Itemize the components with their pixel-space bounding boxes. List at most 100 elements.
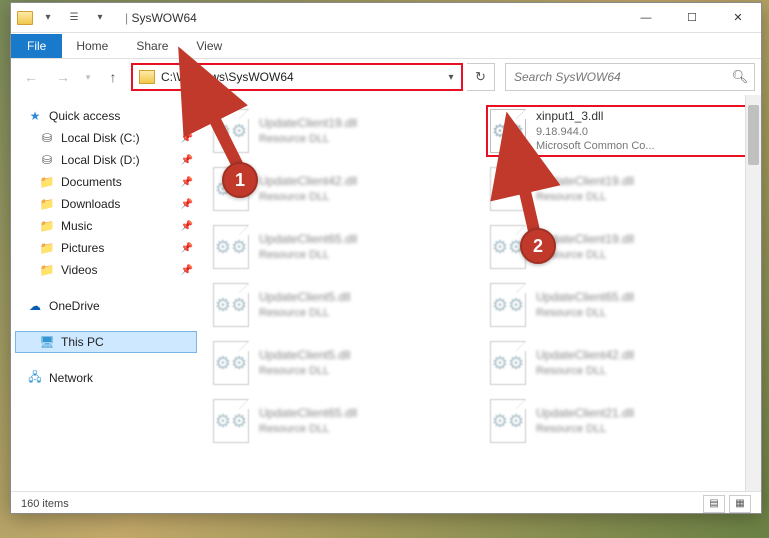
ribbon-tabs: File Home Share View bbox=[11, 33, 761, 59]
tab-view[interactable]: View bbox=[182, 34, 236, 58]
sidebar-item-label: Videos bbox=[61, 263, 97, 277]
minimize-button[interactable]: — bbox=[623, 3, 669, 33]
address-text[interactable]: C:\Windows\SysWOW64 bbox=[161, 70, 441, 84]
gears-icon: ⚙⚙ bbox=[215, 237, 247, 258]
cloud-icon: ☁ bbox=[27, 298, 43, 314]
callout-2: 2 bbox=[520, 228, 556, 264]
file-item[interactable]: ⚙⚙UpdateClient65.dllResource DLL bbox=[209, 395, 476, 447]
onedrive-label: OneDrive bbox=[49, 299, 100, 313]
sidebar-item[interactable]: 📁Documents📌 bbox=[15, 171, 197, 193]
pin-icon: 📌 bbox=[181, 133, 193, 144]
dll-file-icon: ⚙⚙ bbox=[490, 283, 526, 327]
sidebar-item[interactable]: 📁Downloads📌 bbox=[15, 193, 197, 215]
dll-file-icon: ⚙⚙ bbox=[490, 167, 526, 211]
file-type: Resource DLL bbox=[259, 190, 357, 204]
file-item[interactable]: ⚙⚙UpdateClient65.dllResource DLL bbox=[486, 279, 753, 331]
file-version: 9.18.944.0 bbox=[536, 125, 655, 139]
dll-file-icon: ⚙⚙ bbox=[213, 399, 249, 443]
qat-properties-icon[interactable]: ☰ bbox=[63, 7, 85, 29]
disk-icon: ⛁ bbox=[39, 130, 55, 146]
gears-icon: ⚙⚙ bbox=[215, 121, 247, 142]
recent-dropdown[interactable]: ▾ bbox=[81, 63, 95, 91]
scrollbar[interactable] bbox=[745, 95, 761, 491]
item-count: 160 items bbox=[21, 498, 69, 510]
file-item[interactable]: ⚙⚙UpdateClient5.dllResource DLL bbox=[209, 337, 476, 389]
sidebar-quick-access[interactable]: ★ Quick access bbox=[15, 105, 197, 127]
back-button[interactable]: ← bbox=[17, 63, 45, 91]
maximize-button[interactable]: ☐ bbox=[669, 3, 715, 33]
sidebar-item[interactable]: 📁 Videos 📌 bbox=[15, 259, 197, 281]
tab-file[interactable]: File bbox=[11, 34, 62, 58]
gears-icon: ⚙⚙ bbox=[215, 353, 247, 374]
file-type: Resource DLL bbox=[536, 306, 634, 320]
tab-home[interactable]: Home bbox=[62, 34, 122, 58]
statusbar: 160 items ▤ ▦ bbox=[11, 491, 761, 515]
file-name: UpdateClient42.dll bbox=[536, 348, 634, 364]
file-item[interactable]: ⚙⚙UpdateClient21.dllResource DLL bbox=[486, 395, 753, 447]
file-item[interactable]: ⚙⚙ UpdateClient19.dllResource DLL bbox=[486, 163, 753, 215]
tab-share[interactable]: Share bbox=[122, 34, 182, 58]
folder-icon: 📁 bbox=[39, 240, 55, 256]
pin-icon: 📌 bbox=[181, 243, 193, 254]
network-label: Network bbox=[49, 371, 93, 385]
file-item-highlighted[interactable]: ⚙⚙xinput1_3.dll9.18.944.0Microsoft Commo… bbox=[486, 105, 753, 157]
sidebar-item-label: Local Disk (C:) bbox=[61, 131, 140, 145]
dll-file-icon: ⚙⚙ bbox=[213, 225, 249, 269]
gears-icon: ⚙⚙ bbox=[492, 411, 524, 432]
forward-button[interactable]: → bbox=[49, 63, 77, 91]
sidebar-onedrive[interactable]: ☁ OneDrive bbox=[15, 295, 197, 317]
app-folder-icon bbox=[17, 11, 33, 25]
search-icon[interactable]: 🔍︎ bbox=[726, 69, 754, 85]
folder-icon: 📁 bbox=[39, 218, 55, 234]
sidebar-item[interactable]: 📁 Music 📌 bbox=[15, 215, 197, 237]
scrollbar-thumb[interactable] bbox=[748, 105, 759, 165]
search-box[interactable]: 🔍︎ bbox=[505, 63, 755, 91]
file-item[interactable]: ⚙⚙UpdateClient65.dllResource DLL bbox=[209, 221, 476, 273]
dll-file-icon: ⚙⚙ bbox=[213, 283, 249, 327]
file-item[interactable]: ⚙⚙UpdateClient19.dllResource DLL bbox=[209, 105, 476, 157]
pin-icon: 📌 bbox=[181, 221, 193, 232]
view-details-button[interactable]: ▤ bbox=[703, 495, 725, 513]
file-item[interactable]: ⚙⚙UpdateClient5.dllResource DLL bbox=[209, 279, 476, 331]
file-list-pane: ⚙⚙UpdateClient19.dllResource DLL⚙⚙xinput… bbox=[201, 95, 761, 491]
network-icon: 🖧 bbox=[27, 370, 43, 386]
file-name: UpdateClient19.dll bbox=[259, 116, 357, 132]
sidebar-item-label: Pictures bbox=[61, 241, 104, 255]
gears-icon: ⚙⚙ bbox=[492, 353, 524, 374]
search-input[interactable] bbox=[506, 70, 726, 84]
file-name: UpdateClient21.dll bbox=[536, 406, 634, 422]
refresh-button[interactable]: ↻ bbox=[467, 63, 495, 91]
gears-icon: ⚙⚙ bbox=[492, 295, 524, 316]
sidebar-this-pc[interactable]: 🖥 This PC bbox=[15, 331, 197, 353]
view-icons-button[interactable]: ▦ bbox=[729, 495, 751, 513]
file-type: Resource DLL bbox=[259, 364, 350, 378]
sidebar-item[interactable]: ⛁Local Disk (D:)📌 bbox=[15, 149, 197, 171]
quick-access-label: Quick access bbox=[49, 109, 120, 123]
sidebar-item-label: Music bbox=[61, 219, 92, 233]
pin-icon: 📌 bbox=[181, 265, 193, 276]
address-bar[interactable]: C:\Windows\SysWOW64 ▾ bbox=[131, 63, 463, 91]
explorer-window: ▾ ☰ ▾ SysWOW64 — ☐ ✕ File Home Share Vie… bbox=[10, 2, 762, 514]
address-dropdown-icon[interactable]: ▾ bbox=[441, 72, 461, 83]
sidebar-item[interactable]: 📁 Pictures 📌 bbox=[15, 237, 197, 259]
file-name: UpdateClient65.dll bbox=[259, 232, 357, 248]
file-item[interactable]: ⚙⚙UpdateClient42.dllResource DLL bbox=[486, 337, 753, 389]
file-name: UpdateClient65.dll bbox=[259, 406, 357, 422]
sidebar-item[interactable]: ⛁ Local Disk (C:) 📌 bbox=[15, 127, 197, 149]
file-name: UpdateClient5.dll bbox=[259, 290, 350, 306]
sidebar-network[interactable]: 🖧 Network bbox=[15, 367, 197, 389]
pin-icon: 📌 bbox=[181, 199, 193, 210]
file-type: Resource DLL bbox=[536, 190, 634, 204]
folder-icon: 📁 bbox=[39, 262, 55, 278]
qat-dropdown-icon[interactable]: ▾ bbox=[37, 7, 59, 29]
nav-row: ← → ▾ ↑ C:\Windows\SysWOW64 ▾ ↻ 🔍︎ bbox=[11, 59, 761, 95]
close-button[interactable]: ✕ bbox=[715, 3, 761, 33]
file-name: UpdateClient19.dll bbox=[536, 174, 634, 190]
folder-icon: 📁 bbox=[39, 196, 55, 212]
qat-customize-icon[interactable]: ▾ bbox=[89, 7, 111, 29]
up-button[interactable]: ↑ bbox=[99, 63, 127, 91]
file-desc: Microsoft Common Co... bbox=[536, 139, 655, 153]
gears-icon: ⚙⚙ bbox=[492, 179, 524, 200]
gears-icon: ⚙⚙ bbox=[492, 121, 524, 142]
gears-icon: ⚙⚙ bbox=[215, 295, 247, 316]
